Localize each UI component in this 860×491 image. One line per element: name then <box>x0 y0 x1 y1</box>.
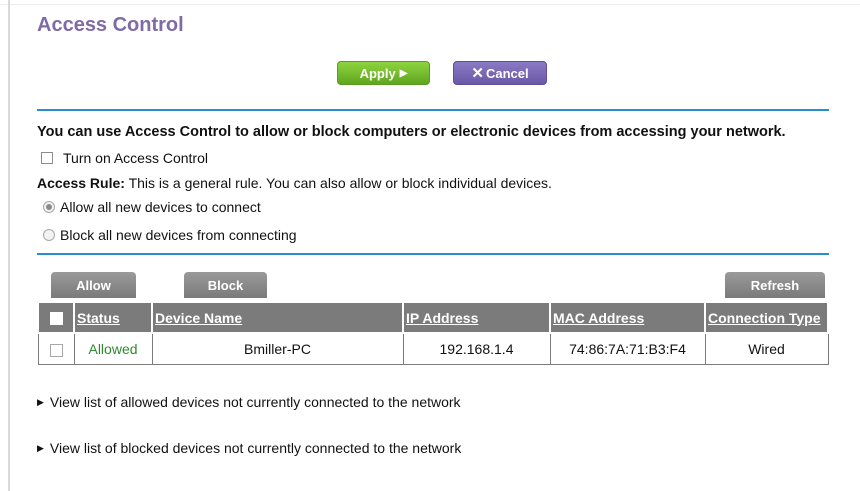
column-header-mac-address[interactable]: MAC Address <box>549 301 706 334</box>
row-checkbox[interactable] <box>49 343 63 357</box>
access-rule-text: Access Rule: This is a general rule. You… <box>37 175 552 191</box>
view-allowed-not-connected-link[interactable]: ▶ View list of allowed devices not curre… <box>37 394 461 410</box>
refresh-button[interactable]: Refresh <box>725 272 825 298</box>
devices-table: Status Device Name IP Address MAC Addres… <box>37 301 829 365</box>
view-blocked-not-connected-link[interactable]: ▶ View list of blocked devices not curre… <box>37 440 461 456</box>
cancel-button[interactable]: ✕ Cancel <box>453 61 547 85</box>
view-allowed-label: View list of allowed devices not current… <box>49 394 461 410</box>
table-row[interactable]: Allowed Bmiller-PC 192.168.1.4 74:86:7A:… <box>37 332 829 365</box>
select-all-checkbox-cell[interactable] <box>37 301 75 334</box>
turn-on-label: Turn on Access Control <box>63 150 208 166</box>
column-header-device-name[interactable]: Device Name <box>151 301 404 334</box>
block-button[interactable]: Block <box>184 272 267 298</box>
access-rule-description: This is a general rule. You can also all… <box>128 175 552 191</box>
select-all-checkbox[interactable] <box>49 312 63 326</box>
radio-button[interactable] <box>43 229 55 241</box>
frame-top-border <box>0 4 860 5</box>
radio-allow-label: Allow all new devices to connect <box>60 199 261 215</box>
expand-triangle-icon: ▶ <box>37 396 44 407</box>
play-icon: ▶ <box>399 67 408 79</box>
radio-block-all[interactable]: Block all new devices from connecting <box>43 227 297 243</box>
allow-button[interactable]: Allow <box>51 272 136 298</box>
close-icon: ✕ <box>471 65 484 82</box>
column-header-status[interactable]: Status <box>73 301 153 334</box>
ip-address-cell: 192.168.1.4 <box>402 332 551 365</box>
device-name-cell: Bmiller-PC <box>151 332 404 365</box>
turn-on-access-control[interactable]: Turn on Access Control <box>41 150 208 166</box>
expand-triangle-icon: ▶ <box>37 442 44 453</box>
column-header-ip-address[interactable]: IP Address <box>402 301 551 334</box>
apply-button[interactable]: Apply ▶ <box>337 61 430 85</box>
frame-left-border <box>8 0 10 491</box>
radio-button-selected[interactable] <box>43 201 55 213</box>
row-checkbox-cell[interactable] <box>37 332 75 365</box>
divider <box>37 253 829 255</box>
view-blocked-label: View list of blocked devices not current… <box>49 440 462 456</box>
cancel-label: Cancel <box>485 65 529 81</box>
radio-block-label: Block all new devices from connecting <box>60 227 297 243</box>
radio-allow-all[interactable]: Allow all new devices to connect <box>43 199 261 215</box>
apply-label: Apply <box>359 65 396 81</box>
divider <box>37 109 829 111</box>
column-header-connection-type[interactable]: Connection Type <box>704 301 829 334</box>
access-control-checkbox[interactable] <box>41 152 53 164</box>
mac-address-cell: 74:86:7A:71:B3:F4 <box>549 332 706 365</box>
access-rule-label: Access Rule: <box>37 175 125 191</box>
table-header-row: Status Device Name IP Address MAC Addres… <box>37 301 829 334</box>
connection-type-cell: Wired <box>704 332 829 365</box>
status-cell: Allowed <box>73 332 153 365</box>
page-title: Access Control <box>37 14 184 36</box>
intro-text: You can use Access Control to allow or b… <box>37 124 786 140</box>
